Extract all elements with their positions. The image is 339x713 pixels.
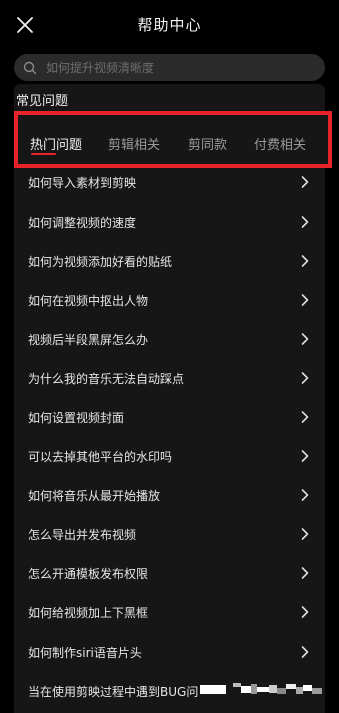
chevron-right-icon <box>301 646 309 658</box>
active-tab-indicator <box>31 153 56 155</box>
tab-payment[interactable]: 付费相关 <box>254 134 306 153</box>
chevron-right-icon <box>301 333 309 345</box>
list-item[interactable]: 如何设置视频封面 <box>14 397 325 437</box>
chevron-right-icon <box>301 489 309 501</box>
list-item-label: 如何设置视频封面 <box>28 411 125 425</box>
list-item[interactable]: 如何制作siri语音片头 <box>14 632 325 672</box>
list-item[interactable]: 如何在视频中抠出人物 <box>14 280 325 320</box>
list-item-label: 如何制作siri语音片头 <box>28 646 142 660</box>
list-item[interactable]: 怎么开通模板发布权限 <box>14 553 325 593</box>
list-item-label: 当在使用剪映过程中遇到BUG问 <box>28 685 199 699</box>
chevron-right-icon <box>301 567 309 579</box>
section-title: 常见问题 <box>16 94 69 109</box>
search-placeholder: 如何提升视频清晰度 <box>46 61 155 75</box>
chevron-right-icon <box>301 528 309 540</box>
header-bar: 帮助中心 <box>0 0 339 50</box>
list-item[interactable]: 如何调整视频的速度 <box>14 202 325 242</box>
list-item-label: 为什么我的音乐无法自动踩点 <box>28 372 185 386</box>
list-item-label: 可以去掉其他平台的水印吗 <box>28 450 173 464</box>
list-item[interactable]: 视频后半段黑屏怎么办 <box>14 319 325 359</box>
list-item[interactable]: 如何将音乐从最开始播放 <box>14 475 325 515</box>
chevron-right-icon <box>301 606 309 618</box>
list-item-label: 如何导入素材到剪映 <box>28 176 137 190</box>
chevron-right-icon <box>301 216 309 228</box>
chevron-right-icon <box>301 255 309 267</box>
list-item[interactable]: 如何导入素材到剪映 <box>14 162 325 202</box>
search-input[interactable]: 如何提升视频清晰度 <box>14 54 325 81</box>
list-item-label: 如何给视频加上下黑框 <box>28 606 149 620</box>
list-item[interactable]: 为什么我的音乐无法自动踩点 <box>14 358 325 398</box>
list-item-label: 如何在视频中抠出人物 <box>28 294 149 308</box>
tab-template[interactable]: 剪同款 <box>188 134 227 153</box>
page-title: 帮助中心 <box>137 16 202 34</box>
chevron-right-icon <box>301 176 309 188</box>
chevron-right-icon <box>301 411 309 423</box>
list-item-label: 怎么导出并发布视频 <box>28 528 137 542</box>
search-icon <box>14 54 46 81</box>
list-item[interactable]: 如何给视频加上下黑框 <box>14 592 325 632</box>
tab-hot-questions[interactable]: 热门问题 <box>30 134 82 153</box>
list-item[interactable]: 可以去掉其他平台的水印吗 <box>14 436 325 476</box>
list-item-label: 如何调整视频的速度 <box>28 216 137 230</box>
list-item-label: 如何将音乐从最开始播放 <box>28 489 161 503</box>
chevron-right-icon <box>301 450 309 462</box>
list-item-label: 视频后半段黑屏怎么办 <box>28 333 149 347</box>
chevron-right-icon <box>301 372 309 384</box>
list-item[interactable]: 怎么导出并发布视频 <box>14 514 325 554</box>
list-item-label: 怎么开通模板发布权限 <box>28 567 149 581</box>
tab-bar: 热门问题 剪辑相关 剪同款 付费相关 <box>14 111 332 168</box>
list-item[interactable]: 如何为视频添加好看的贴纸 <box>14 241 325 281</box>
tab-editing[interactable]: 剪辑相关 <box>108 134 160 153</box>
list-item-label: 如何为视频添加好看的贴纸 <box>28 255 173 269</box>
chevron-right-icon <box>301 294 309 306</box>
redaction-overlay <box>200 683 322 694</box>
